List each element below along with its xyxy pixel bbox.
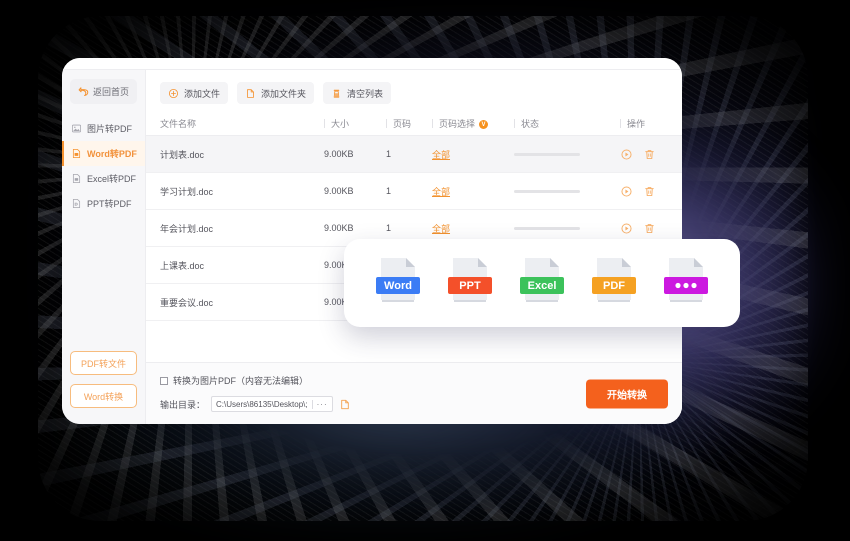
sidebar-item-label: Excel转PDF — [87, 174, 137, 184]
convert-to-image-pdf-option[interactable]: 转换为图片PDF（内容无法编辑） — [160, 374, 351, 387]
word-convert-button[interactable]: Word转换 — [70, 384, 137, 408]
ppt-file-icon — [72, 198, 81, 209]
table-empty-space — [146, 321, 682, 362]
toolbar: 添加文件 添加文件夹 清空列表 — [146, 70, 682, 112]
sidebar-item-ppt-to-pdf[interactable]: PPT转PDF — [62, 191, 145, 216]
output-directory-field[interactable]: C:\Users\86135\Desktop\; ··· — [211, 396, 333, 412]
cell-actions — [620, 222, 668, 235]
ppt-file-type-icon: PPT — [448, 258, 492, 302]
cell-actions — [620, 148, 668, 161]
trash-icon[interactable] — [643, 185, 656, 198]
output-directory-label: 输出目录： — [160, 399, 206, 410]
page-select-link[interactable]: 全部 — [432, 224, 450, 234]
cell-file-size: 9.00KB — [324, 223, 354, 233]
broom-icon — [333, 89, 340, 98]
start-convert-button[interactable]: 开始转换 — [586, 379, 668, 408]
sidebar-bottom-buttons: PDF转文件 Word转换 — [62, 351, 145, 424]
table-header-row: 文件名称 大小 页码 页码选择 V 状态 操作 — [146, 112, 682, 136]
image-file-icon — [71, 124, 82, 133]
column-header-name: 文件名称 — [160, 119, 197, 129]
convert-to-image-pdf-checkbox[interactable] — [160, 376, 168, 385]
add-folder-button[interactable]: 添加文件夹 — [237, 82, 315, 104]
cell-file-name: 上课表.doc — [160, 260, 205, 271]
cell-page-select: 全部 — [432, 222, 514, 235]
cell-page-count: 1 — [386, 223, 392, 233]
play-circle-icon[interactable] — [620, 222, 633, 235]
add-file-label: 添加文件 — [184, 88, 221, 99]
cell-status — [514, 152, 620, 156]
footer-options: 转换为图片PDF（内容无法编辑） 输出目录： C:\Users\86135\De… — [160, 374, 351, 412]
convert-to-image-pdf-label: 转换为图片PDF（内容无法编辑） — [173, 376, 309, 386]
sidebar-item-label: 图片转PDF — [87, 124, 133, 134]
output-directory-value: C:\Users\86135\Desktop\; — [216, 399, 308, 409]
output-directory-more-button[interactable]: ··· — [311, 399, 332, 409]
folder-icon — [247, 88, 254, 98]
cell-page-count: 1 — [386, 149, 392, 159]
back-to-home-button[interactable]: 返回首页 — [70, 79, 137, 104]
sidebar-item-label: PPT转PDF — [87, 199, 132, 209]
cell-actions — [620, 185, 668, 198]
undo-arrow-icon — [78, 87, 89, 97]
column-header-page-select: 页码选择 V — [432, 117, 514, 130]
play-circle-icon[interactable] — [620, 185, 633, 198]
window-titlebar — [62, 58, 682, 70]
word-label: Word — [384, 280, 412, 292]
progress-bar — [514, 226, 580, 230]
footer-bar: 转换为图片PDF（内容无法编辑） 输出目录： C:\Users\86135\De… — [146, 362, 682, 424]
output-directory-row: 输出目录： C:\Users\86135\Desktop\; ··· — [160, 396, 351, 412]
pdf-file-type-icon: PDF — [592, 258, 636, 302]
clear-list-button[interactable]: 清空列表 — [323, 82, 392, 104]
file-type-icon-card: Word PPT Excel PDF — [344, 239, 740, 327]
excel-file-icon — [72, 173, 81, 184]
page-select-link[interactable]: 全部 — [432, 187, 450, 197]
cell-file-size: 9.00KB — [324, 149, 354, 159]
word-file-type-icon: Word — [376, 258, 420, 302]
add-folder-label: 添加文件夹 — [261, 88, 307, 99]
play-circle-icon[interactable] — [620, 148, 633, 161]
sidebar-item-label: Word转PDF — [87, 149, 137, 159]
cell-page-count: 1 — [386, 186, 392, 196]
table-row[interactable]: 学习计划.doc 9.00KB 1 全部 — [146, 173, 682, 210]
cell-file-size: 9.00KB — [324, 186, 354, 196]
excel-file-type-icon: Excel — [520, 258, 564, 302]
pdf-to-file-button[interactable]: PDF转文件 — [70, 351, 137, 375]
sidebar-item-word-to-pdf[interactable]: Word转PDF — [62, 141, 145, 166]
sidebar: 返回首页 图片转PDF Word转PDF Excel转PDF PPT转PDF P… — [62, 70, 146, 424]
screenshot-stage: 返回首页 图片转PDF Word转PDF Excel转PDF PPT转PDF P… — [0, 0, 850, 541]
cell-status — [514, 226, 620, 230]
vip-badge-icon: V — [479, 120, 489, 130]
cell-status — [514, 189, 620, 193]
word-file-icon — [72, 148, 81, 159]
ppt-label: PPT — [459, 280, 481, 292]
page-select-link[interactable]: 全部 — [432, 150, 450, 160]
column-header-actions: 操作 — [620, 117, 668, 130]
cell-file-name: 计划表.doc — [160, 149, 205, 160]
column-header-size: 大小 — [324, 117, 386, 130]
cell-file-name: 年会计划.doc — [160, 223, 214, 234]
table-row[interactable]: 计划表.doc 9.00KB 1 全部 — [146, 136, 682, 173]
excel-label: Excel — [528, 280, 557, 292]
trash-icon[interactable] — [643, 148, 656, 161]
cell-file-name: 重要会议.doc — [160, 297, 214, 308]
pdf-label: PDF — [603, 280, 625, 292]
sidebar-nav: 图片转PDF Word转PDF Excel转PDF PPT转PDF — [62, 116, 145, 216]
progress-bar — [514, 189, 580, 193]
column-header-status: 状态 — [514, 117, 620, 130]
progress-bar — [514, 152, 580, 156]
column-header-page-select-label: 页码选择 — [439, 119, 476, 129]
trash-icon[interactable] — [643, 222, 656, 235]
cell-page-select: 全部 — [432, 148, 514, 161]
sidebar-item-image-to-pdf[interactable]: 图片转PDF — [62, 116, 145, 141]
add-file-button[interactable]: 添加文件 — [160, 82, 229, 104]
clear-list-label: 清空列表 — [347, 88, 384, 99]
plus-circle-icon — [168, 88, 179, 98]
folder-open-icon[interactable] — [339, 398, 351, 411]
back-to-home-label: 返回首页 — [92, 87, 129, 97]
sidebar-item-excel-to-pdf[interactable]: Excel转PDF — [62, 166, 145, 191]
more-file-types-icon — [664, 258, 708, 302]
cell-page-select: 全部 — [432, 185, 514, 198]
column-header-pages: 页码 — [386, 117, 432, 130]
cell-file-name: 学习计划.doc — [160, 186, 214, 197]
